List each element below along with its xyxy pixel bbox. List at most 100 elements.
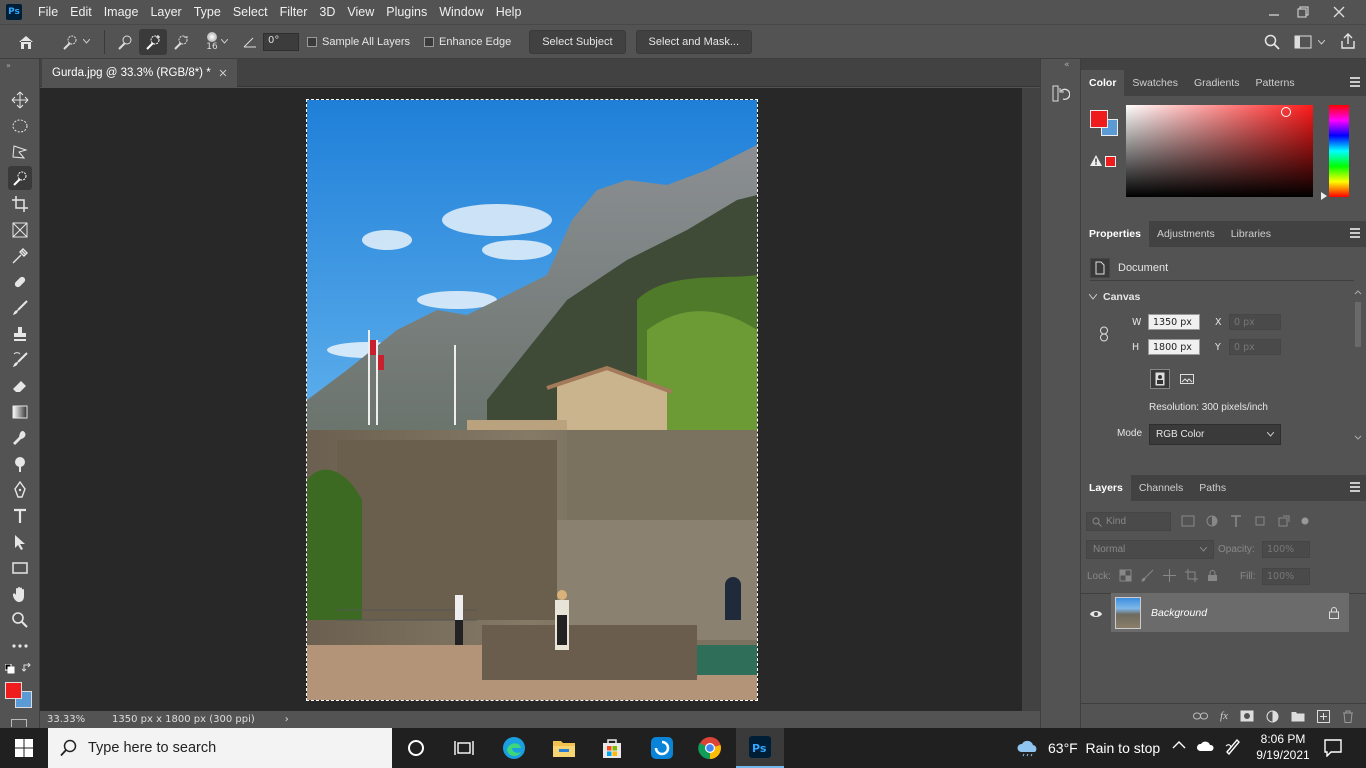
tab-paths[interactable]: Paths — [1191, 475, 1234, 501]
link-layers-icon[interactable] — [1193, 711, 1209, 721]
swap-colors-icon[interactable] — [21, 662, 32, 676]
properties-scrollbar[interactable] — [1353, 288, 1363, 443]
pixel-filter-icon[interactable] — [1181, 515, 1195, 527]
color-panel-foreground[interactable] — [1090, 110, 1108, 128]
color-field[interactable] — [1126, 105, 1313, 197]
opacity-input[interactable]: 100% — [1262, 541, 1310, 558]
dodge-tool[interactable] — [8, 452, 32, 476]
layer-visibility-toggle[interactable] — [1089, 609, 1103, 622]
workspace-switcher[interactable] — [1294, 35, 1325, 49]
enhance-edge-checkbox[interactable]: Enhance Edge — [424, 36, 511, 48]
start-button[interactable] — [0, 728, 48, 768]
hand-tool[interactable] — [8, 582, 32, 606]
layer-row-background[interactable]: Background — [1111, 593, 1349, 632]
menu-edit[interactable]: Edit — [64, 5, 98, 19]
menu-filter[interactable]: Filter — [274, 5, 314, 19]
share-button[interactable] — [1340, 33, 1356, 52]
eraser-tool[interactable] — [8, 374, 32, 398]
lock-artboard-icon[interactable] — [1185, 569, 1198, 582]
search-button[interactable] — [1264, 34, 1280, 53]
blue-app[interactable] — [638, 728, 686, 768]
notifications-button[interactable] — [1324, 739, 1342, 760]
landscape-orientation-button[interactable] — [1177, 369, 1197, 389]
zoom-level[interactable]: 33.33% — [40, 714, 100, 725]
add-mask-icon[interactable] — [1240, 710, 1254, 722]
menu-layer[interactable]: Layer — [144, 5, 187, 19]
path-selection-tool[interactable] — [8, 530, 32, 554]
quick-mask-icon[interactable] — [11, 719, 27, 727]
zoom-tool[interactable] — [8, 608, 32, 632]
smart-object-filter-icon[interactable] — [1277, 514, 1291, 528]
shape-filter-icon[interactable] — [1253, 514, 1267, 528]
taskbar-search-box[interactable]: Type here to search — [48, 728, 392, 768]
foreground-color-swatch[interactable] — [5, 682, 22, 699]
edge-app[interactable] — [490, 728, 538, 768]
show-hidden-icons-button[interactable] — [1172, 740, 1186, 753]
angle-input[interactable]: 0° — [263, 32, 299, 51]
menu-3d[interactable]: 3D — [313, 5, 341, 19]
mode-select[interactable]: RGB Color — [1149, 424, 1281, 445]
sample-all-layers-checkbox[interactable]: Sample All Layers — [307, 36, 410, 48]
blur-tool[interactable] — [8, 426, 32, 450]
default-colors-icon[interactable] — [4, 663, 15, 677]
link-icon[interactable] — [1099, 326, 1109, 342]
gamut-color-swatch[interactable] — [1105, 156, 1116, 167]
menu-help[interactable]: Help — [490, 5, 528, 19]
add-to-selection-button[interactable] — [139, 28, 167, 55]
trash-icon[interactable] — [1342, 710, 1354, 723]
edit-toolbar-button[interactable] — [8, 634, 32, 658]
crop-tool[interactable] — [8, 192, 32, 216]
menu-type[interactable]: Type — [188, 5, 227, 19]
height-input[interactable]: 1800 px — [1148, 339, 1200, 355]
rectangle-tool[interactable] — [8, 556, 32, 580]
home-button[interactable] — [0, 34, 52, 50]
healing-brush-tool[interactable] — [8, 270, 32, 294]
subtract-from-selection-button[interactable] — [167, 34, 195, 50]
panel-menu-icon[interactable] — [1350, 77, 1360, 87]
select-and-mask-button[interactable]: Select and Mask... — [635, 29, 753, 54]
adjustment-filter-icon[interactable] — [1205, 514, 1219, 528]
chrome-app[interactable] — [686, 728, 734, 768]
tab-gradients[interactable]: Gradients — [1186, 70, 1248, 96]
menu-image[interactable]: Image — [98, 5, 145, 19]
file-explorer-app[interactable] — [540, 728, 588, 768]
tool-preset-picker[interactable] — [52, 34, 98, 50]
x-input[interactable]: 0 px — [1229, 314, 1281, 330]
vertical-scrollbar[interactable] — [1022, 88, 1040, 711]
menu-window[interactable]: Window — [433, 5, 489, 19]
tab-patterns[interactable]: Patterns — [1247, 70, 1302, 96]
tab-layers[interactable]: Layers — [1081, 475, 1131, 501]
collapse-toolbar-icon[interactable]: » — [6, 61, 11, 70]
move-tool[interactable] — [8, 88, 32, 112]
lock-transparent-icon[interactable] — [1119, 569, 1132, 582]
history-panel-button[interactable] — [1052, 83, 1071, 106]
pen-tool[interactable] — [8, 478, 32, 502]
document-tab[interactable]: Gurda.jpg @ 33.3% (RGB/8*) * — [42, 59, 237, 87]
eyedropper-tool[interactable] — [8, 244, 32, 268]
lock-all-icon[interactable] — [1207, 569, 1218, 582]
menu-view[interactable]: View — [341, 5, 380, 19]
cortana-button[interactable] — [392, 728, 440, 768]
tab-swatches[interactable]: Swatches — [1124, 70, 1186, 96]
brush-tool[interactable] — [8, 296, 32, 320]
width-input[interactable]: 1350 px — [1148, 314, 1200, 330]
tab-channels[interactable]: Channels — [1131, 475, 1191, 501]
photoshop-app[interactable]: Ps — [736, 728, 784, 768]
portrait-orientation-button[interactable] — [1150, 369, 1170, 389]
minimize-button[interactable] — [1258, 0, 1290, 24]
status-menu-arrow-icon[interactable]: › — [285, 714, 289, 725]
onedrive-button[interactable] — [1196, 740, 1214, 755]
canvas-section-header[interactable]: Canvas — [1089, 291, 1140, 303]
close-window-button[interactable] — [1323, 0, 1355, 24]
tab-adjustments[interactable]: Adjustments — [1149, 221, 1223, 247]
close-tab-icon[interactable] — [219, 69, 227, 77]
layer-kind-filter[interactable]: Kind — [1086, 512, 1171, 531]
layer-lock-icon[interactable] — [1329, 606, 1339, 619]
gradient-tool[interactable] — [8, 400, 32, 424]
panel-menu-icon[interactable] — [1350, 228, 1360, 238]
blend-mode-select[interactable]: Normal — [1086, 540, 1214, 559]
tab-libraries[interactable]: Libraries — [1223, 221, 1279, 247]
weather-widget[interactable]: 63°F Rain to stop — [1016, 728, 1160, 768]
hue-slider[interactable] — [1329, 105, 1349, 197]
new-group-icon[interactable] — [1291, 710, 1305, 722]
